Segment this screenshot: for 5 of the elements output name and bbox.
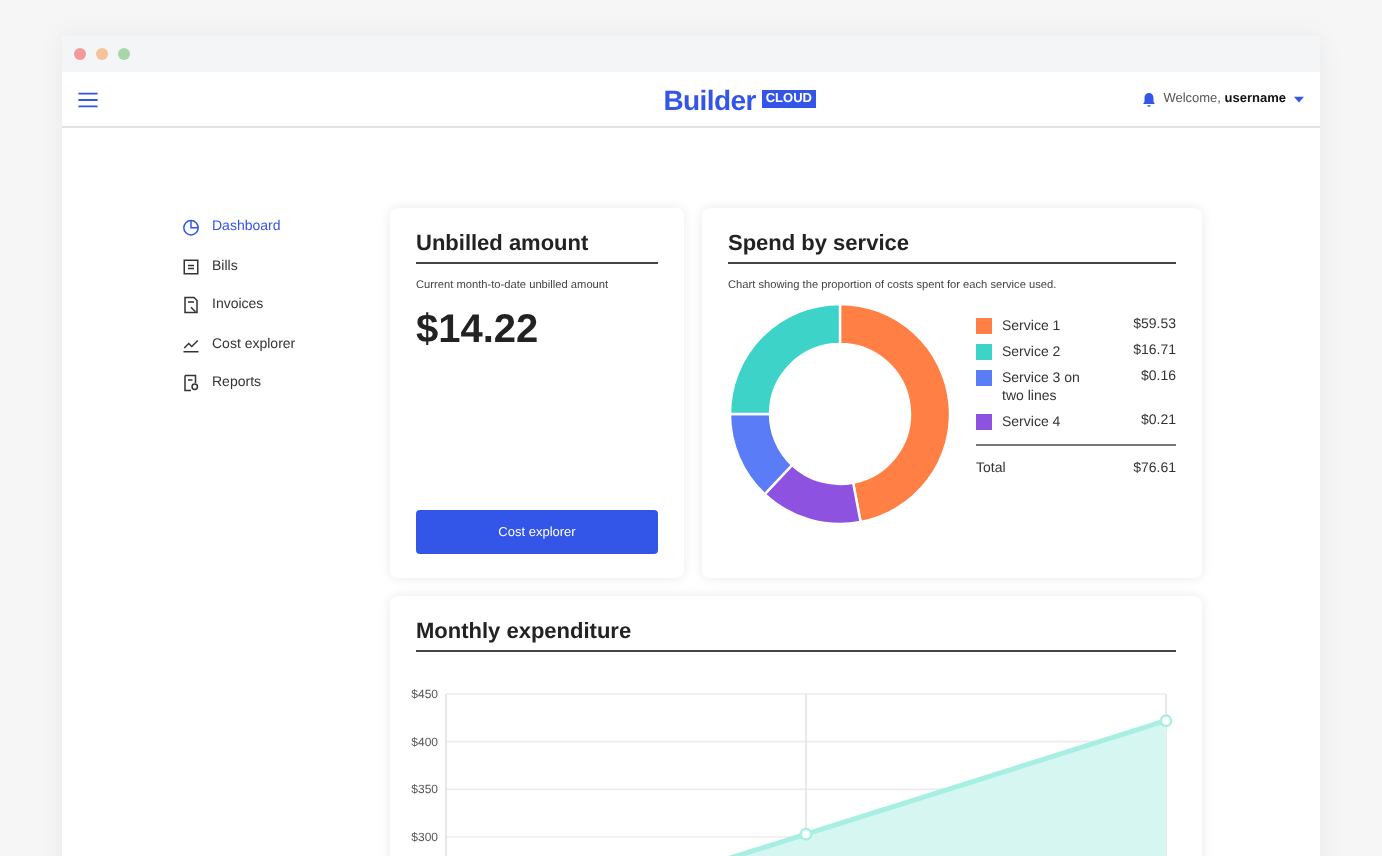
card-title: Monthly expenditure (416, 620, 1176, 652)
card-title: Unbilled amount (416, 232, 658, 264)
unbilled-amount: $14.22 (416, 308, 541, 354)
card-title: Spend by service (728, 232, 1176, 264)
logo-wordmark: Builder (663, 83, 756, 115)
